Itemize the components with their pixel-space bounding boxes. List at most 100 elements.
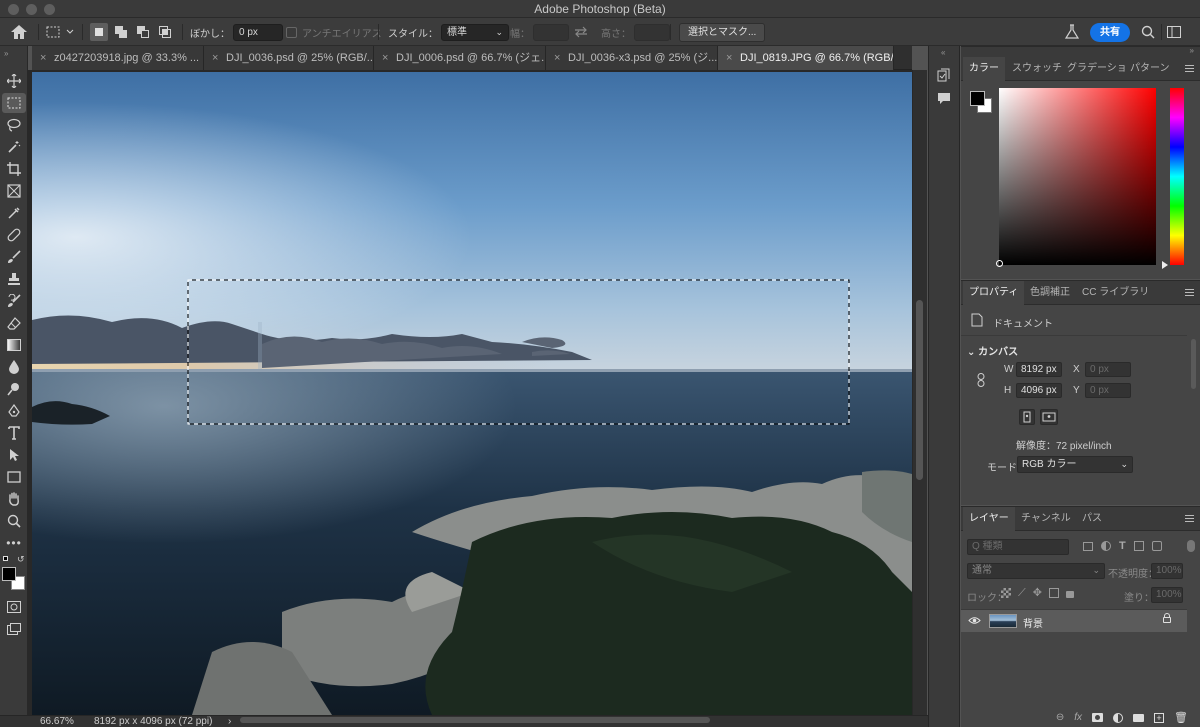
tab-cc-libraries[interactable]: CC ライブラリ [1076,281,1155,305]
lock-position-icon[interactable]: ✥ [1033,588,1042,599]
lock-all-icon[interactable] [1065,591,1074,598]
type-filter-icon[interactable]: T [1119,541,1126,552]
select-and-mask-button[interactable]: 選択とマスク... [679,22,766,42]
tool-preset-picker[interactable] [46,18,74,46]
close-tab-icon[interactable]: × [382,46,388,70]
feather-input[interactable]: 0 px [233,23,283,41]
blur-tool[interactable] [2,357,26,377]
history-panel-button[interactable] [937,68,951,85]
tab-gradients[interactable]: グラデーショ [1061,57,1133,81]
more-tools-button[interactable]: ••• [2,533,26,553]
lock-transparent-icon[interactable] [1001,588,1011,598]
tab-layers[interactable]: レイヤー [963,507,1015,531]
new-selection-icon[interactable] [90,23,108,41]
status-menu-arrow[interactable]: › [228,716,231,727]
add-mask-icon[interactable] [1092,713,1104,722]
tab-document-3[interactable]: × DJI_0006.psd @ 66.7% (ジェ... [374,46,546,70]
hue-slider-marker[interactable] [1162,261,1168,269]
tab-swatches[interactable]: スウォッチ [1006,57,1068,81]
path-selection-tool[interactable] [2,445,26,465]
tab-adjustments[interactable]: 色調補正 [1024,281,1076,305]
link-dimensions-icon[interactable] [976,373,986,390]
canvas-section-header[interactable]: ⌄ カンバス [967,343,1018,358]
frame-tool[interactable] [2,181,26,201]
tab-channels[interactable]: チャンネル [1015,507,1077,531]
new-adjustment-layer-icon[interactable] [1113,712,1124,723]
width-input[interactable] [533,23,569,41]
move-tool[interactable] [2,71,26,91]
color-mode-select[interactable]: RGB カラー ⌄ [1017,456,1133,473]
tab-color[interactable]: カラー [963,57,1005,81]
panel-menu-icon[interactable] [1185,515,1194,522]
new-group-icon[interactable] [1133,713,1145,722]
blend-mode-select[interactable]: 通常 ⌄ [967,563,1105,579]
magic-wand-tool[interactable] [2,137,26,157]
canvas-height-input[interactable]: 4096 px [1016,383,1062,398]
visibility-eye-icon[interactable] [968,616,981,625]
lock-image-icon[interactable]: ⟋ [1018,588,1026,599]
type-tool[interactable] [2,423,26,443]
rectangle-tool[interactable] [2,467,26,487]
tab-paths[interactable]: パス [1076,507,1108,531]
eyedropper-tool[interactable] [2,203,26,223]
adjustment-filter-icon[interactable] [1101,541,1111,551]
swap-colors-icon[interactable]: ↺ [17,554,25,565]
tab-document-2[interactable]: × DJI_0036.psd @ 25% (RGB/... [204,46,374,70]
home-button[interactable] [10,18,28,46]
panel-menu-icon[interactable] [1185,65,1194,72]
scrollbar-thumb[interactable] [916,300,923,480]
zoom-tool[interactable] [2,511,26,531]
antialias-checkbox[interactable] [286,26,297,38]
lasso-tool[interactable] [2,115,26,135]
default-colors-icon[interactable]: ↺ [1,554,27,564]
add-to-selection-icon[interactable] [112,23,130,41]
intersect-selection-icon[interactable] [156,23,174,41]
canvas-x-input[interactable]: 0 px [1085,362,1131,377]
close-tab-icon[interactable]: × [554,46,560,70]
canvas-y-input[interactable]: 0 px [1085,383,1131,398]
tab-document-1[interactable]: × z0427203918.jpg @ 33.3% ... [32,46,204,70]
search-button[interactable] [1141,18,1155,46]
pixel-filter-icon[interactable] [1083,541,1093,551]
collapse-arrows-icon[interactable]: » [1190,46,1194,55]
color-picker-marker[interactable] [996,260,1003,267]
screen-mode-button[interactable] [2,619,26,639]
portrait-orientation-button[interactable] [1019,409,1035,425]
panel-menu-icon[interactable] [1185,289,1194,296]
layer-filter-select[interactable]: Q 種類 [967,539,1069,555]
tab-properties[interactable]: プロパティ [963,281,1025,305]
fill-input[interactable]: 100% [1151,587,1183,603]
eraser-tool[interactable] [2,313,26,333]
comments-panel-button[interactable] [937,92,951,108]
opacity-input[interactable]: 100% [1151,563,1183,579]
share-button[interactable]: 共有 [1090,22,1130,42]
gradient-tool[interactable] [2,335,26,355]
properties-scrollbar[interactable] [1191,339,1196,389]
crop-tool[interactable] [2,159,26,179]
hue-slider[interactable] [1170,88,1184,265]
landscape-orientation-button[interactable] [1040,409,1058,425]
filter-toggle-icon[interactable] [1187,540,1195,552]
horizontal-scrollbar-thumb[interactable] [240,717,710,723]
style-select[interactable]: 標準 ⌄ [441,23,509,41]
pen-tool[interactable] [2,401,26,421]
spot-healing-tool[interactable] [2,225,26,245]
tab-document-active[interactable]: × DJI_0819.JPG @ 66.7% (RGB/8) [718,46,894,70]
height-input[interactable] [634,23,670,41]
document-image[interactable] [32,72,912,715]
beta-labs-button[interactable] [1064,18,1080,46]
layer-effects-icon[interactable]: fx [1074,712,1082,723]
brush-tool[interactable] [2,247,26,267]
foreground-color-swatch[interactable] [2,567,16,581]
delete-layer-icon[interactable]: 🗑 [1174,711,1188,724]
workspace-button[interactable] [1167,18,1181,46]
swap-dimensions-button[interactable] [574,18,588,46]
hand-tool[interactable] [2,489,26,509]
canvas-width-input[interactable]: 8192 px [1016,362,1062,377]
lock-artboard-icon[interactable] [1048,588,1059,598]
canvas-area[interactable] [28,70,927,715]
shape-filter-icon[interactable] [1133,541,1144,551]
link-layers-icon[interactable]: ⊖ [1056,712,1064,723]
collapse-arrows-icon[interactable]: » [4,49,8,58]
history-brush-tool[interactable] [2,291,26,311]
